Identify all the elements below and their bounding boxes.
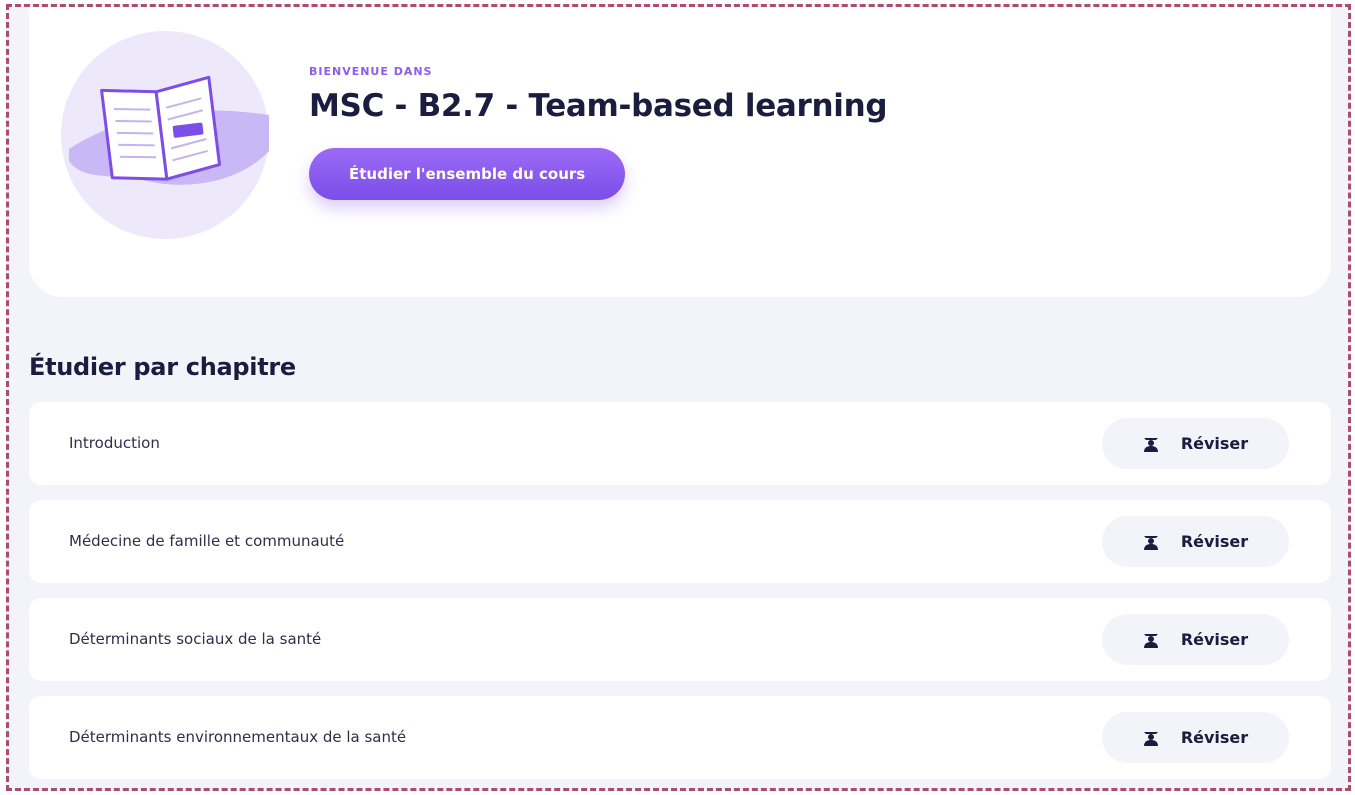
chapter-title: Déterminants environnementaux de la sant… [69, 728, 407, 746]
chapter-row-family-medicine: Médecine de famille et communauté Révise… [29, 500, 1331, 583]
review-label: Réviser [1180, 532, 1249, 551]
chapter-title: Médecine de famille et communauté [69, 532, 345, 550]
open-book-icon [61, 31, 269, 239]
review-button[interactable]: Réviser [1102, 418, 1289, 469]
student-icon [1143, 731, 1158, 746]
review-button[interactable]: Réviser [1102, 516, 1289, 567]
review-button[interactable]: Réviser [1102, 712, 1289, 763]
chapter-title: Introduction [69, 434, 160, 452]
chapter-row-introduction: Introduction Réviser [29, 402, 1331, 485]
welcome-eyebrow: BIENVENUE DANS [309, 65, 433, 78]
chapter-title: Déterminants sociaux de la santé [69, 630, 322, 648]
student-icon [1143, 437, 1158, 452]
page-frame: BIENVENUE DANS MSC - B2.7 - Team-based l… [6, 4, 1351, 791]
hero-text: BIENVENUE DANS MSC - B2.7 - Team-based l… [309, 65, 888, 200]
chapter-row-social-determinants: Déterminants sociaux de la santé Réviser [29, 598, 1331, 681]
chapter-list: Introduction Réviser Médecine de famille… [29, 402, 1331, 788]
chapter-row-environmental-determinants: Déterminants environnementaux de la sant… [29, 696, 1331, 779]
course-title: MSC - B2.7 - Team-based learning [309, 88, 888, 124]
course-hero-card: BIENVENUE DANS MSC - B2.7 - Team-based l… [29, 7, 1331, 297]
section-title: Étudier par chapitre [29, 353, 296, 381]
review-button[interactable]: Réviser [1102, 614, 1289, 665]
study-all-button[interactable]: Étudier l'ensemble du cours [309, 148, 626, 200]
student-icon [1143, 535, 1158, 550]
review-label: Réviser [1180, 434, 1249, 453]
student-icon [1143, 633, 1158, 648]
review-label: Réviser [1180, 728, 1249, 747]
review-label: Réviser [1180, 630, 1249, 649]
